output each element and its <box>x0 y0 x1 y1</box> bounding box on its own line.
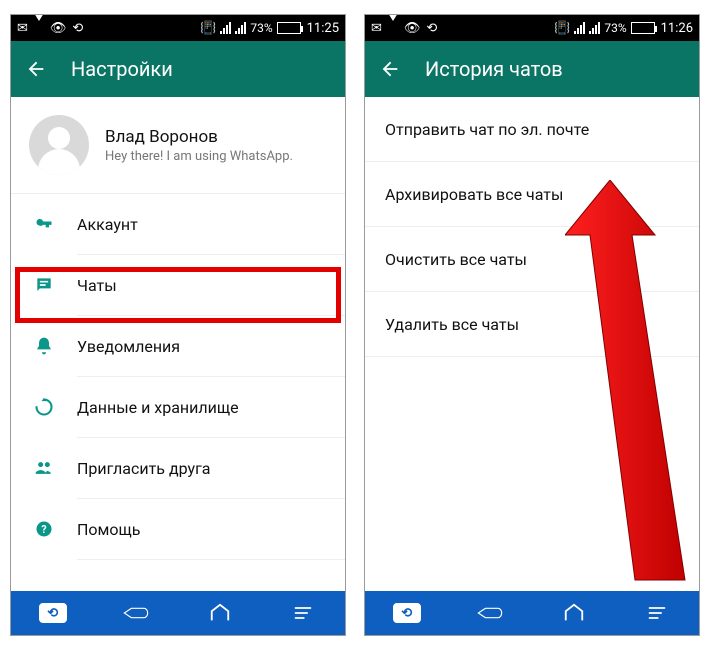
settings-list: Аккаунт Чаты Уведомления <box>11 194 345 560</box>
sync-icon: ⟲ <box>72 22 83 35</box>
teamviewer-icon[interactable]: ⟲ <box>393 599 421 627</box>
settings-item-invite[interactable]: Пригласить друга <box>11 438 345 498</box>
nav-back-icon[interactable] <box>122 599 150 627</box>
sync-icon: ⟲ <box>426 22 437 35</box>
settings-item-chats[interactable]: Чаты <box>11 255 345 315</box>
signal-icon-1 <box>574 22 585 34</box>
nav-back-icon[interactable] <box>476 599 504 627</box>
vibrate-icon: 📳 <box>200 22 216 35</box>
profile-status: Hey there! I am using WhatsApp. <box>105 149 293 164</box>
back-arrow-icon[interactable] <box>379 58 401 80</box>
vibrate-icon: 📳 <box>554 22 570 35</box>
profile-text: Влад Воронов Hey there! I am using Whats… <box>105 127 293 164</box>
settings-item-label: Аккаунт <box>77 215 329 234</box>
nav-recent-icon[interactable] <box>289 599 317 627</box>
status-right-icons: 📳 73% 11:26 <box>554 21 693 36</box>
bell-icon <box>33 335 55 357</box>
history-item-clear[interactable]: Очистить все чаты <box>365 227 699 291</box>
mail-icon: ✉ <box>17 22 28 35</box>
nav-recent-icon[interactable] <box>643 599 671 627</box>
back-arrow-icon[interactable] <box>25 58 47 80</box>
app-bar: История чатов <box>365 41 699 97</box>
history-item-delete[interactable]: Удалить все чаты <box>365 292 699 356</box>
profile-name: Влад Воронов <box>105 127 293 147</box>
app-bar: Настройки <box>11 41 345 97</box>
battery-percent: 73% <box>250 21 272 35</box>
page-title: История чатов <box>425 57 563 81</box>
history-item-email[interactable]: Отправить чат по эл. почте <box>365 97 699 161</box>
settings-item-label: Данные и хранилище <box>77 398 329 417</box>
settings-item-label: Чаты <box>77 276 329 295</box>
status-right-icons: 📳 73% 11:25 <box>200 21 339 36</box>
settings-item-label: Пригласить друга <box>77 459 329 478</box>
eye-icon: 👁 <box>50 22 67 35</box>
teamviewer-icon[interactable]: ⟲ <box>39 599 67 627</box>
phone-settings: ✉ 👁 ⟲ 📳 73% 11:25 Настройки <box>10 14 346 636</box>
status-left-icons: ✉ 👁 ⟲ <box>371 21 437 35</box>
settings-item-label: Уведомления <box>77 337 329 356</box>
data-icon <box>33 396 55 418</box>
signal-icon-2 <box>235 22 246 34</box>
nav-home-icon[interactable] <box>206 599 234 627</box>
signal-icon-1 <box>220 22 231 34</box>
settings-item-notifications[interactable]: Уведомления <box>11 316 345 376</box>
status-bar: ✉ 👁 ⟲ 📳 73% 11:26 <box>365 15 699 41</box>
mail-icon: ✉ <box>371 22 382 35</box>
chat-icon <box>33 274 55 296</box>
signal-icon-2 <box>589 22 600 34</box>
history-item-label: Очистить все чаты <box>385 250 527 269</box>
clock: 11:25 <box>307 21 339 36</box>
settings-item-storage[interactable]: Данные и хранилище <box>11 377 345 437</box>
history-content: Отправить чат по эл. почте Архивировать … <box>365 97 699 591</box>
eye-icon: 👁 <box>404 22 421 35</box>
nav-home-icon[interactable] <box>560 599 588 627</box>
status-left-icons: ✉ 👁 ⟲ <box>17 21 83 35</box>
download-icon <box>34 21 44 35</box>
download-icon <box>388 21 398 35</box>
divider <box>365 356 699 357</box>
nav-bar: ⟲ <box>11 591 345 635</box>
clock: 11:26 <box>661 21 693 36</box>
nav-bar: ⟲ <box>365 591 699 635</box>
history-item-label: Удалить все чаты <box>385 315 519 334</box>
battery-percent: 73% <box>604 21 626 35</box>
battery-icon <box>277 22 301 34</box>
page-title: Настройки <box>71 57 173 81</box>
history-item-archive[interactable]: Архивировать все чаты <box>365 162 699 226</box>
profile-row[interactable]: Влад Воронов Hey there! I am using Whats… <box>11 97 345 194</box>
status-bar: ✉ 👁 ⟲ 📳 73% 11:25 <box>11 15 345 41</box>
battery-icon <box>631 22 655 34</box>
svg-text:?: ? <box>41 523 46 536</box>
history-item-label: Архивировать все чаты <box>385 185 563 204</box>
settings-item-label: Помощь <box>77 520 329 539</box>
history-item-label: Отправить чат по эл. почте <box>385 120 589 139</box>
help-icon: ? <box>33 518 55 540</box>
divider <box>77 559 345 560</box>
settings-item-help[interactable]: ? Помощь <box>11 499 345 559</box>
avatar <box>29 115 89 175</box>
key-icon <box>33 213 55 235</box>
settings-item-account[interactable]: Аккаунт <box>11 194 345 254</box>
phone-chat-history: ✉ 👁 ⟲ 📳 73% 11:26 История чатов <box>364 14 700 636</box>
settings-content: Влад Воронов Hey there! I am using Whats… <box>11 97 345 591</box>
people-icon <box>33 457 55 479</box>
